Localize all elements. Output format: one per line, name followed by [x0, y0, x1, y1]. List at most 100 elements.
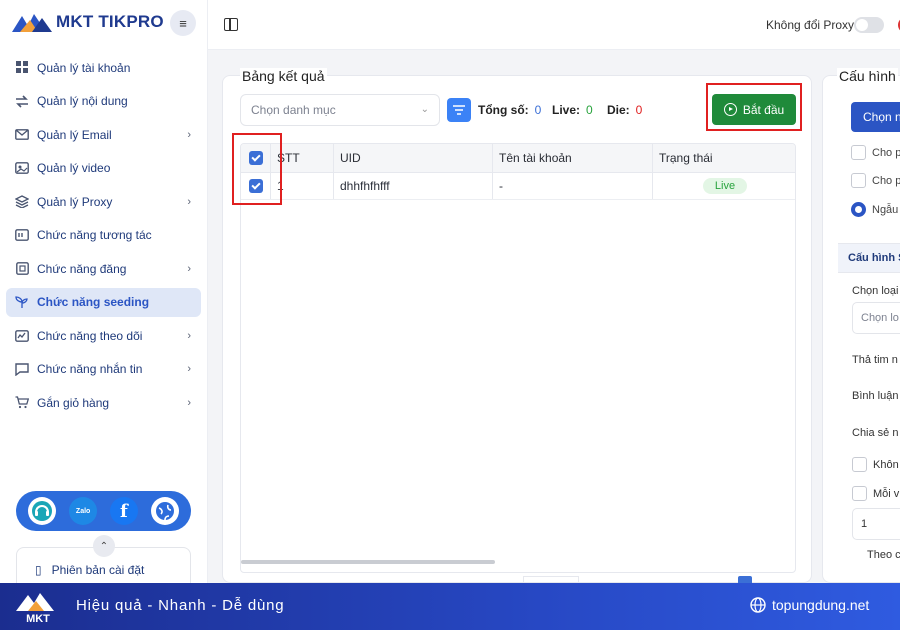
option-radio[interactable]	[851, 202, 866, 217]
cart-icon	[15, 396, 29, 410]
zalo-label: Zalo	[75, 507, 91, 515]
option-label: Ngẫu	[872, 203, 899, 216]
banner-site-label: topungdung.net	[772, 597, 870, 613]
col-uid[interactable]: UID	[334, 144, 493, 172]
die-label: Die:	[607, 103, 630, 117]
sidebar-item-10[interactable]: Chức năng nhắn tin ›	[6, 355, 201, 384]
config-option-2[interactable]: Cho p	[851, 173, 900, 188]
sidebar-item-label: Chức năng đăng	[37, 261, 127, 276]
option-checkbox[interactable]	[851, 145, 866, 160]
total-value: 0	[534, 103, 542, 117]
menu-toggle-button[interactable]: ≡	[170, 10, 196, 36]
sidebar-item-label: Chức năng seeding	[37, 295, 150, 309]
sidebar-item-label: Quản lý tài khoản	[37, 60, 131, 75]
mail-icon	[15, 128, 29, 142]
filter-button[interactable]	[447, 98, 471, 122]
config-option-each[interactable]: Mỗi v	[852, 486, 899, 501]
chevron-right-icon: ›	[187, 195, 191, 208]
config-share-label: Chia sẻ n	[852, 427, 899, 439]
facebook-icon[interactable]: f	[109, 497, 138, 525]
sidebar-item-2[interactable]: Quản lý nội dung	[6, 87, 201, 116]
category-select[interactable]: Chọn danh mục ⌄	[240, 94, 440, 126]
chevron-right-icon: ›	[187, 363, 191, 375]
sidebar-item-1[interactable]: Quản lý tài khoản	[6, 53, 201, 82]
banner-slogan: Hiệu quả - Nhanh - Dễ dùng	[76, 597, 285, 614]
globe-icon	[750, 597, 766, 613]
status-badge: Live	[702, 178, 748, 194]
config-type-label: Chọn loại	[852, 285, 899, 297]
swap-icon	[15, 94, 29, 108]
option-label: Mỗi v	[873, 487, 900, 500]
sidebar: MKT TIKPRO ≡ Quản lý tài khoản Quản lý nộ…	[0, 0, 208, 583]
globe-icon[interactable]	[150, 497, 179, 525]
total-stat: Tổng số: 0	[478, 103, 541, 117]
checkbox-highlight-box	[232, 133, 282, 205]
sidebar-item-label: Quản lý Email	[37, 127, 112, 142]
chevron-right-icon: ›	[187, 128, 191, 141]
version-icon: ▯	[35, 562, 42, 577]
option-checkbox[interactable]	[852, 486, 867, 501]
sidebar-nav: Quản lý tài khoản Quản lý nội dung Quản lý…	[6, 53, 201, 422]
option-label: Khôn	[873, 458, 899, 471]
chevron-down-icon: ⌄	[420, 104, 429, 115]
sidebar-item-label: Chức năng theo dõi	[37, 328, 143, 343]
proxy-label: Không đổi Proxy	[766, 18, 855, 32]
version-label: Phiên bản cài đặt	[51, 562, 145, 577]
config-type-select[interactable]: Chọn lo	[852, 302, 900, 334]
table-header: STT UID Tên tài khoản Trạng thái	[241, 144, 795, 173]
col-status[interactable]: Trạng thái	[653, 144, 795, 172]
config-option-random[interactable]: Ngẫu	[851, 202, 898, 217]
proxy-toggle[interactable]	[854, 17, 884, 33]
video-icon	[15, 161, 29, 175]
option-checkbox[interactable]	[852, 457, 867, 472]
mkt-logo-icon	[12, 14, 52, 32]
sidebar-item-label: Quản lý video	[37, 161, 111, 175]
layout-toggle-icon[interactable]	[224, 18, 238, 31]
live-value: 0	[586, 103, 593, 117]
results-title: Bảng kết quả	[240, 68, 327, 84]
col-account-name[interactable]: Tên tài khoản	[493, 144, 653, 172]
zalo-icon[interactable]: Zalo	[69, 497, 98, 525]
sidebar-item-5[interactable]: Quản lý Proxy ›	[6, 187, 201, 216]
sidebar-item-6[interactable]: Chức năng tương tác	[6, 221, 201, 250]
row-status-cell: Live	[653, 173, 795, 199]
banner-site[interactable]: topungdung.net	[750, 597, 869, 613]
config-choose-button[interactable]: Chọn n	[851, 102, 900, 132]
table-row[interactable]: 1 dhhfhfhfff - Live	[241, 173, 795, 200]
sidebar-item-11[interactable]: Gắn giỏ hàng ›	[6, 388, 201, 417]
die-stat: Die: 0	[607, 103, 642, 117]
horizontal-scrollbar[interactable]	[241, 560, 495, 564]
grid-icon	[15, 61, 29, 75]
brand-logo[interactable]: MKT TIKPRO	[12, 10, 164, 34]
sidebar-item-7[interactable]: Chức năng đăng ›	[6, 254, 201, 283]
results-table: STT UID Tên tài khoản Trạng thái 1 dhhfh…	[240, 143, 796, 573]
sidebar-item-label: Chức năng nhắn tin	[37, 362, 143, 376]
row-account-name: -	[493, 173, 653, 199]
hamburger-icon: ≡	[179, 15, 187, 31]
config-option-1[interactable]: Cho p	[851, 145, 900, 160]
config-theo-label: Theo c	[867, 549, 900, 561]
config-section-header[interactable]: Cấu hình S	[838, 243, 900, 273]
support-headset-icon[interactable]	[28, 497, 57, 525]
option-label: Cho p	[872, 174, 900, 187]
option-label: Cho p	[872, 146, 900, 159]
row-uid: dhhfhfhfff	[334, 173, 493, 199]
config-comment-label: Bình luận	[852, 390, 899, 402]
chat-box-icon	[15, 228, 29, 242]
sidebar-item-4[interactable]: Quản lý video	[6, 154, 201, 183]
config-option-none[interactable]: Khôn	[852, 457, 899, 472]
config-value-input[interactable]: 1	[852, 508, 900, 540]
filter-icon	[453, 105, 465, 115]
live-label: Live:	[552, 103, 581, 117]
collapse-up-button[interactable]: ⌃	[93, 535, 115, 557]
config-title: Cấu hình	[837, 68, 898, 84]
sidebar-item-8[interactable]: Chức năng seeding	[6, 287, 201, 317]
sidebar-item-9[interactable]: Chức năng theo dõi ›	[6, 321, 201, 350]
banner-logo-text: MKT	[26, 613, 50, 625]
option-checkbox[interactable]	[851, 173, 866, 188]
category-placeholder: Chọn danh mục	[251, 103, 336, 117]
sidebar-item-label: Quản lý nội dung	[37, 94, 128, 108]
sidebar-item-3[interactable]: Quản lý Email ›	[6, 120, 201, 149]
die-value: 0	[635, 103, 643, 117]
brand-name: MKT TIKPRO	[56, 12, 164, 31]
